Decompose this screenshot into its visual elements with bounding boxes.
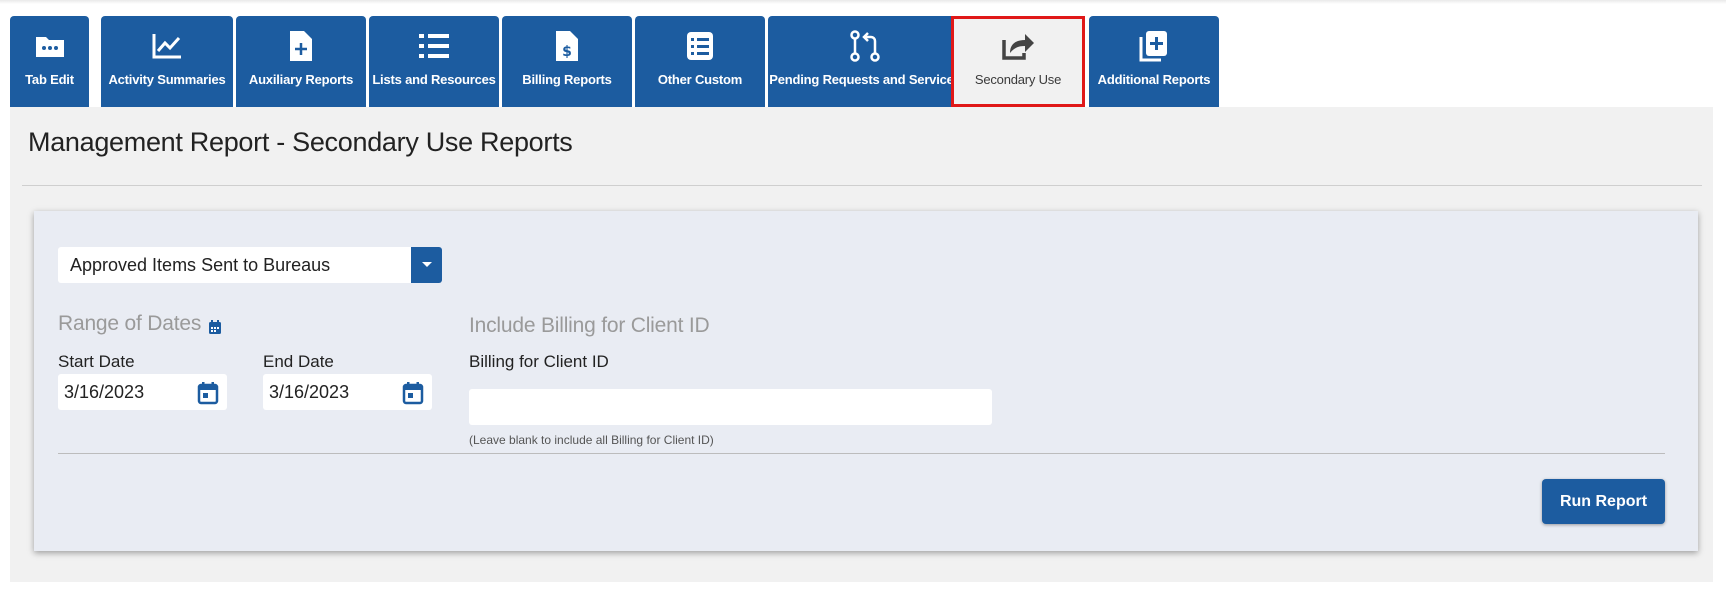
range-of-dates-heading: Range of Dates: [58, 312, 202, 335]
end-date-value: 3/16/2023: [269, 382, 350, 402]
line-chart-icon: [151, 30, 183, 62]
calendar-picker-icon[interactable]: [197, 381, 219, 405]
report-form-card: Approved Items Sent to Bureaus Range of …: [34, 211, 1698, 551]
tab-tab-edit[interactable]: Tab Edit: [10, 16, 89, 107]
list-icon: [418, 30, 450, 62]
checklist-icon: [686, 30, 714, 62]
folder-icon: [34, 30, 66, 62]
page-title: Management Report - Secondary Use Report…: [28, 127, 573, 157]
tab-auxiliary-reports[interactable]: Auxiliary Reports: [236, 16, 366, 107]
svg-text:$: $: [562, 44, 572, 60]
calendar-picker-icon[interactable]: [402, 381, 424, 405]
file-dollar-icon: $: [555, 30, 579, 62]
tab-billing-reports[interactable]: $ Billing Reports: [502, 16, 632, 107]
start-date-value: 3/16/2023: [64, 382, 145, 402]
tab-label: Secondary Use: [974, 72, 1062, 87]
end-date-input[interactable]: 3/16/2023: [263, 374, 432, 410]
start-date-input[interactable]: 3/16/2023: [58, 374, 227, 410]
end-date-label: End Date: [263, 352, 334, 371]
tab-label: Activity Summaries: [108, 72, 226, 87]
files-plus-icon: [1139, 30, 1169, 62]
tab-label: Billing Reports: [522, 72, 612, 87]
tab-label: Lists and Resources: [372, 72, 496, 87]
git-pull-request-icon: [849, 30, 881, 62]
report-page: Management Report - Secondary Use Report…: [10, 107, 1713, 582]
tab-secondary-use[interactable]: Secondary Use: [951, 16, 1085, 107]
share-icon: [1001, 30, 1035, 62]
start-date-label: Start Date: [58, 352, 135, 371]
tab-label: Auxiliary Reports: [248, 72, 354, 87]
report-type-select[interactable]: Approved Items Sent to Bureaus: [58, 247, 442, 283]
top-edge: [0, 0, 1726, 4]
chevron-down-icon: [421, 262, 432, 267]
tab-activity-summaries[interactable]: Activity Summaries: [101, 16, 233, 107]
calendar-icon: [209, 320, 221, 334]
billing-client-id-hint: (Leave blank to include all Billing for …: [469, 433, 714, 447]
billing-client-id-input[interactable]: [469, 389, 992, 425]
report-tab-bar: Tab Edit Activity Summaries Auxiliary Re…: [10, 16, 1340, 107]
tab-additional-reports[interactable]: Additional Reports: [1089, 16, 1219, 107]
title-divider: [22, 185, 1702, 186]
report-type-value: Approved Items Sent to Bureaus: [70, 255, 331, 275]
tab-label: Pending Requests and Services: [769, 72, 961, 87]
include-billing-heading: Include Billing for Client ID: [469, 314, 710, 337]
tab-label: Additional Reports: [1097, 72, 1211, 87]
file-plus-icon: [289, 30, 313, 62]
run-report-button[interactable]: Run Report: [1542, 479, 1665, 524]
billing-client-id-label: Billing for Client ID: [469, 352, 609, 371]
dropdown-button[interactable]: [411, 247, 442, 283]
tab-pending-requests-and-services[interactable]: Pending Requests and Services: [768, 16, 962, 107]
tab-label: Tab Edit: [25, 72, 74, 87]
form-divider: [58, 453, 1665, 454]
tab-label: Other Custom: [657, 72, 743, 87]
tab-lists-and-resources[interactable]: Lists and Resources: [369, 16, 499, 107]
tab-other-custom[interactable]: Other Custom: [635, 16, 765, 107]
